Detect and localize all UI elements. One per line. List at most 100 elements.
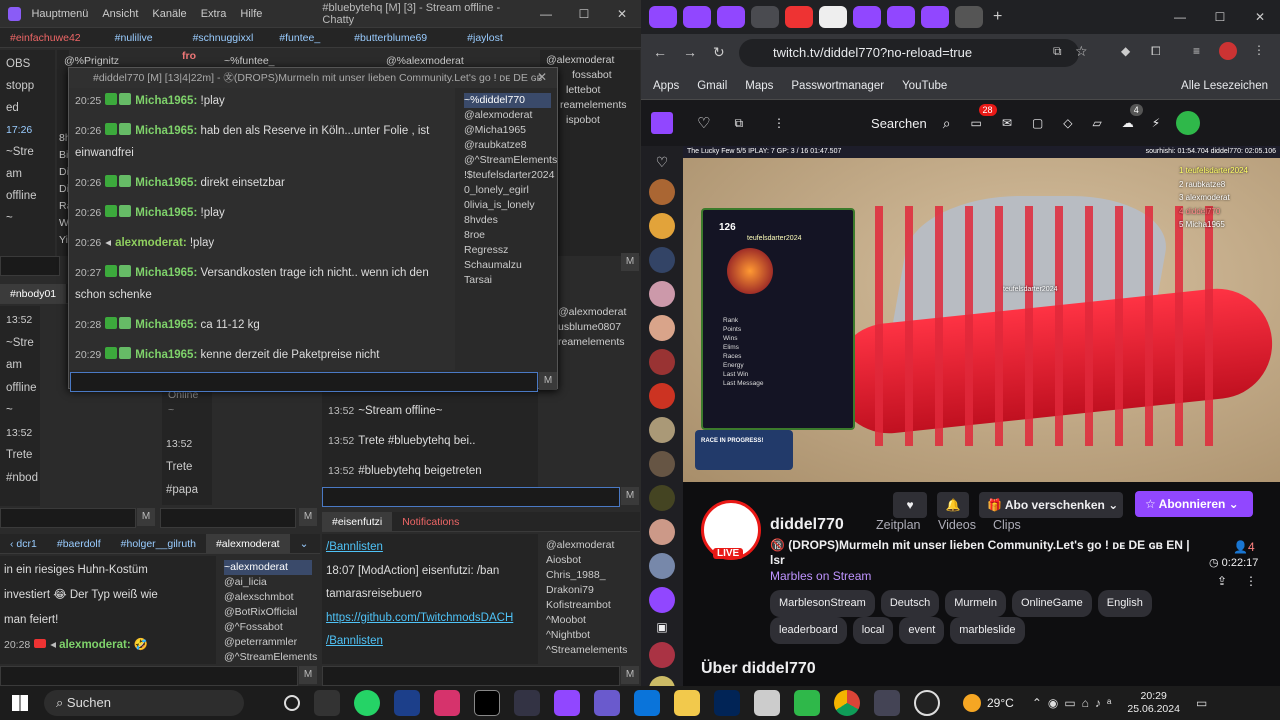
input-eisenfutzi[interactable] <box>322 666 620 686</box>
user-entry[interactable]: Aiosbot <box>546 553 634 568</box>
gift-sub-button[interactable]: 🎁 Abo verschenken ⌄ <box>979 492 1123 518</box>
tab-schnuggixxl[interactable]: #schnuggixxl <box>183 28 264 47</box>
tag[interactable]: leaderboard <box>770 617 847 644</box>
bookmark-gmail[interactable]: Gmail <box>697 80 727 92</box>
tab-favicon-twitch[interactable] <box>921 6 949 28</box>
media-icon[interactable]: ≡ <box>1193 44 1200 58</box>
close-button[interactable]: ✕ <box>1240 10 1280 24</box>
ccleaner-icon[interactable] <box>514 690 540 716</box>
new-tab-icon[interactable]: + <box>993 8 1002 26</box>
user-entry[interactable]: 8roe <box>464 228 551 243</box>
windows-start-icon[interactable] <box>12 695 28 711</box>
bell-icon[interactable]: 🔔 <box>937 492 969 518</box>
bookmark-apps[interactable]: Apps <box>653 80 679 92</box>
more-icon[interactable]: ⋮ <box>773 116 785 130</box>
tab-einfachuwe42[interactable]: #einfachuwe42 <box>0 28 91 47</box>
avatar[interactable] <box>649 247 675 273</box>
back-icon[interactable]: ← <box>653 44 667 60</box>
mail-icon[interactable]: ✉ <box>1002 116 1012 130</box>
search-icon[interactable]: ⌕ <box>943 115 951 132</box>
user-entry[interactable]: Kofistreambot <box>546 598 634 613</box>
tab-jaylost[interactable]: #jaylost <box>457 28 513 47</box>
cloud-icon[interactable] <box>754 690 780 716</box>
user-entry[interactable]: @alexmoderat <box>464 108 551 123</box>
chat-link[interactable]: https://github.com/TwitchmodsDACH <box>326 607 534 631</box>
extension-icon[interactable]: ⚡ <box>1152 116 1160 130</box>
puzzle-icon[interactable]: ⧠ <box>1151 44 1161 59</box>
menu-hilfe[interactable]: Hilfe <box>240 8 262 20</box>
store-icon[interactable] <box>634 690 660 716</box>
input-mid-3[interactable] <box>160 508 296 528</box>
avatar[interactable] <box>649 383 675 409</box>
maximize-button[interactable]: ☐ <box>1200 10 1240 24</box>
tag[interactable]: Murmeln <box>945 590 1006 617</box>
user-entry[interactable]: @Micha1965 <box>464 123 551 138</box>
chat-icon[interactable]: ▢ <box>1032 116 1043 130</box>
extension-icon[interactable]: ◆ <box>1121 44 1130 58</box>
minimize-button[interactable]: — <box>1160 10 1200 24</box>
user-entry[interactable]: @BotRixOfficial <box>224 605 312 620</box>
app-icon[interactable] <box>874 690 900 716</box>
nav-videos[interactable]: Videos <box>938 518 976 532</box>
user-entry[interactable]: ~%diddel770 <box>464 93 551 108</box>
avatar[interactable] <box>649 315 675 341</box>
tab-holger-gilruth[interactable]: #holger__gilruth <box>111 534 206 553</box>
user-entry[interactable]: @raubkatze8 <box>464 138 551 153</box>
tab-favicon-github[interactable] <box>819 6 847 28</box>
user-entry[interactable]: Regressz <box>464 243 551 258</box>
tag[interactable]: English <box>1097 590 1152 617</box>
twitch-logo-icon[interactable] <box>651 112 673 134</box>
menu-hauptmenu[interactable]: Hauptmenü <box>31 8 88 20</box>
forward-icon[interactable]: → <box>683 44 697 60</box>
tab-favicon-twitch[interactable] <box>887 6 915 28</box>
avatar[interactable] <box>649 485 675 511</box>
bookmark-passwortmanager[interactable]: Passwortmanager <box>791 80 884 92</box>
tag[interactable]: OnlineGame <box>1011 590 1092 617</box>
cortana-icon[interactable] <box>284 695 300 711</box>
user-entry[interactable]: Schaumalzu <box>464 258 551 273</box>
h-app-icon[interactable] <box>474 690 500 716</box>
instagram-icon[interactable] <box>434 690 460 716</box>
menu-kanaele[interactable]: Kanäle <box>152 8 186 20</box>
explorer-icon[interactable] <box>674 690 700 716</box>
m-button[interactable]: M <box>539 372 557 390</box>
tag[interactable]: MarblesonStream <box>770 590 875 617</box>
chevron-down-icon[interactable]: ⌄ <box>290 534 319 553</box>
m-button[interactable]: M <box>299 508 317 526</box>
user-entry[interactable]: Tarsai <box>464 273 551 288</box>
weather-icon[interactable] <box>963 694 981 712</box>
user-entry[interactable]: Drakoni79 <box>546 583 634 598</box>
tab-favicon-twitch[interactable] <box>853 6 881 28</box>
browse-icon[interactable]: ⧉ <box>734 116 743 131</box>
avatar[interactable] <box>649 179 675 205</box>
following-heart-icon[interactable]: ♡ <box>641 154 683 171</box>
m-button[interactable]: M <box>299 666 317 684</box>
m-button[interactable]: M <box>621 666 639 684</box>
user-entry[interactable]: !$teufelsdarter2024 <box>464 168 554 183</box>
m-button[interactable]: M <box>137 508 155 526</box>
avatar[interactable] <box>1176 111 1201 135</box>
tab-baerdolf[interactable]: #baerdolf <box>47 534 111 553</box>
menu-ansicht[interactable]: Ansicht <box>102 8 138 20</box>
gmx-icon[interactable] <box>394 690 420 716</box>
tab-favicon-twitch[interactable] <box>649 6 677 28</box>
user-entry[interactable]: ~alexmoderat <box>224 560 312 575</box>
menu-extra[interactable]: Extra <box>201 8 227 20</box>
user-entry[interactable]: ^Moobot <box>546 613 634 628</box>
tag[interactable]: Deutsch <box>880 590 940 617</box>
popout-input[interactable] <box>70 372 538 392</box>
avatar[interactable] <box>649 281 675 307</box>
all-bookmarks[interactable]: Alle Lesezeichen <box>1181 80 1268 92</box>
user-entry[interactable]: 0livia_is_lonely <box>464 198 551 213</box>
avatar[interactable] <box>649 451 675 477</box>
user-entry[interactable]: ^Nightbot <box>546 628 634 643</box>
maximize-button[interactable]: ☐ <box>565 7 603 21</box>
input-nbody01[interactable] <box>0 508 136 528</box>
follow-heart-icon[interactable]: ♥ <box>893 492 927 518</box>
tab-notifications[interactable]: Notifications <box>392 512 469 531</box>
tab-favicon-youtube[interactable] <box>785 6 813 28</box>
subscribe-button[interactable]: ☆ Abonnieren ⌄ <box>1135 491 1253 517</box>
user-entry[interactable]: @^StreamElements <box>224 650 317 663</box>
tag[interactable]: marbleslide <box>950 617 1025 644</box>
user-entry[interactable]: @alexschmbot <box>224 590 312 605</box>
